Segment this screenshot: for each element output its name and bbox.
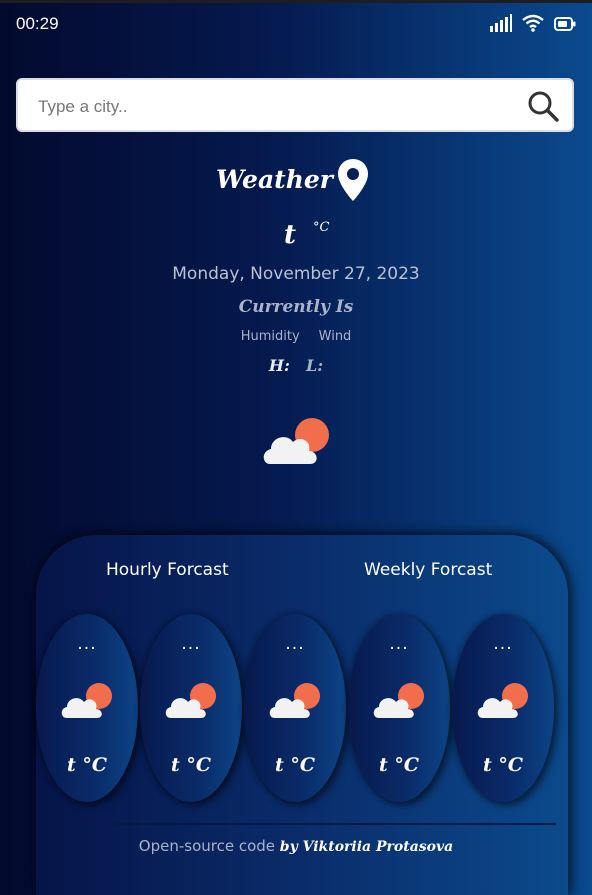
footer: Open-source code by Viktoriia Protasova xyxy=(0,837,592,855)
forecast-temp: t °C xyxy=(274,754,315,776)
high-low-row: H: L: xyxy=(0,356,592,375)
forecast-temp: t °C xyxy=(378,754,419,776)
current-temperature: t °C xyxy=(0,216,592,256)
wind-label: Wind xyxy=(318,329,352,344)
header: Weather xyxy=(0,155,592,205)
forecast-time: ... xyxy=(285,634,305,654)
cloud-sun-icon xyxy=(371,680,427,724)
forecast-card[interactable]: ... t °C xyxy=(452,614,554,802)
page-title: Weather xyxy=(216,165,333,194)
footer-author: by Viktoriia Protasova xyxy=(279,839,454,855)
status-icons xyxy=(490,14,576,36)
forecast-time: ... xyxy=(77,634,97,654)
battery-icon xyxy=(554,16,576,35)
humidity-wind-row: Humidity Wind xyxy=(0,329,592,344)
current-date: Monday, November 27, 2023 xyxy=(172,264,420,284)
map-pin-icon[interactable] xyxy=(336,157,370,207)
cloud-sun-icon xyxy=(59,680,115,724)
low-label: L: xyxy=(305,356,324,375)
forecast-time: ... xyxy=(181,634,201,654)
tab-weekly[interactable]: Weekly Forcast xyxy=(364,560,492,580)
status-bar: 00:29 xyxy=(0,0,592,50)
forecast-card[interactable]: ... t °C xyxy=(244,614,346,802)
forecast-card[interactable]: ... t °C xyxy=(140,614,242,802)
status-time: 00:29 xyxy=(16,14,59,33)
forecast-temp: t °C xyxy=(482,754,523,776)
wifi-icon xyxy=(522,14,544,36)
cloud-sun-icon xyxy=(475,680,531,724)
forecast-card[interactable]: ... t °C xyxy=(348,614,450,802)
forecast-temp: t °C xyxy=(66,754,107,776)
forecast-time: ... xyxy=(389,634,409,654)
high-label: H: xyxy=(268,356,290,375)
forecast-time: ... xyxy=(493,634,513,654)
cloud-sun-icon xyxy=(260,414,334,470)
forecast-card[interactable]: ... t °C xyxy=(36,614,138,802)
humidity-label: Humidity xyxy=(240,329,300,344)
signal-icon xyxy=(490,14,512,36)
tab-hourly[interactable]: Hourly Forcast xyxy=(106,560,229,580)
currently-label: Currently Is xyxy=(238,297,354,317)
search-icon[interactable] xyxy=(526,89,560,123)
search-input[interactable] xyxy=(36,92,510,122)
temp-value: t xyxy=(284,220,297,250)
temp-unit: °C xyxy=(313,220,330,235)
forecast-temp: t °C xyxy=(170,754,211,776)
footer-link[interactable]: Open-source code xyxy=(139,837,275,855)
cloud-sun-icon xyxy=(163,680,219,724)
cloud-sun-icon xyxy=(267,680,323,724)
search-bar xyxy=(16,78,574,132)
footer-divider xyxy=(108,823,556,825)
forecast-cards: ... t °C ... t °C ... t °C ... t °C ... … xyxy=(36,614,592,804)
